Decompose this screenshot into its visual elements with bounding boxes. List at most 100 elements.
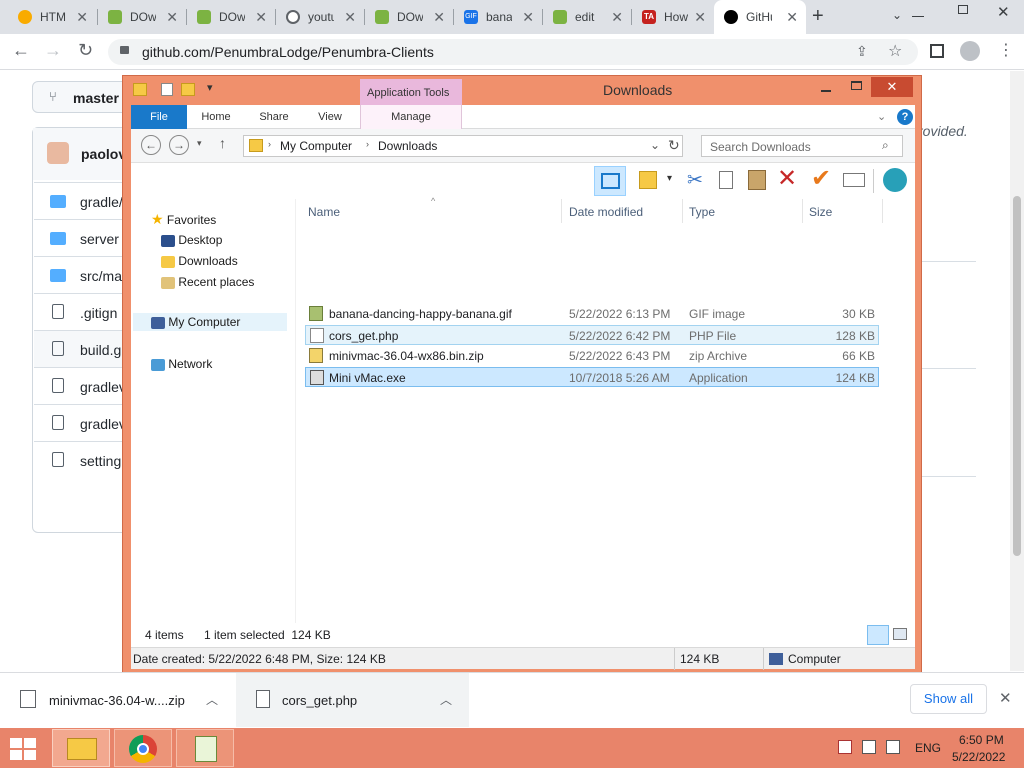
tab-share[interactable]: Share bbox=[251, 105, 297, 129]
globe-icon[interactable] bbox=[883, 168, 907, 192]
table-row-gif[interactable]: banana-dancing-happy-banana.gif 5/22/202… bbox=[305, 304, 879, 324]
list-item[interactable]: gradle/ bbox=[34, 182, 134, 219]
list-item[interactable]: .gitign bbox=[34, 293, 134, 330]
language-indicator[interactable]: ENG bbox=[915, 741, 941, 755]
cut-icon[interactable]: ✂ bbox=[687, 169, 703, 192]
chevron-up-icon[interactable]: ︿ bbox=[440, 691, 452, 708]
back-arrow-icon[interactable]: ← bbox=[141, 135, 161, 155]
breadcrumb-my-computer[interactable]: My Computer bbox=[280, 139, 352, 153]
list-item[interactable]: src/ma bbox=[34, 256, 134, 293]
list-item[interactable]: server bbox=[34, 219, 134, 256]
show-all-button[interactable]: Show all bbox=[910, 684, 987, 714]
volume-muted-icon[interactable] bbox=[886, 740, 900, 754]
minimize-browser-button[interactable] bbox=[912, 16, 924, 17]
forward-button[interactable]: → bbox=[44, 40, 62, 61]
close-icon[interactable]: ✕ bbox=[522, 9, 534, 26]
address-dropdown-icon[interactable]: ⌄ bbox=[650, 138, 660, 152]
nav-recent-places[interactable]: Recent places bbox=[161, 273, 254, 291]
side-panel-icon[interactable] bbox=[930, 44, 944, 58]
profile-avatar[interactable] bbox=[960, 41, 980, 61]
tab-8[interactable]: TA How ✕ bbox=[632, 0, 714, 34]
taskbar-chrome[interactable] bbox=[114, 729, 172, 767]
list-item[interactable]: gradlev bbox=[34, 404, 134, 441]
close-window-button[interactable]: ✕ bbox=[871, 77, 913, 97]
tab-7[interactable]: edit ✕ bbox=[543, 0, 631, 34]
delete-icon[interactable]: ✕ bbox=[777, 165, 797, 193]
quick-access-dropdown-icon[interactable]: ▾ bbox=[207, 81, 213, 94]
taskbar-explorer[interactable] bbox=[52, 729, 110, 767]
restore-browser-button[interactable] bbox=[958, 5, 968, 14]
new-folder-icon[interactable] bbox=[639, 171, 657, 189]
column-header-date[interactable]: Date modified bbox=[569, 205, 643, 219]
properties-icon[interactable] bbox=[161, 83, 173, 96]
download-item-zip[interactable]: minivmac-36.04-w....zip ︿ bbox=[0, 673, 233, 727]
chevron-up-icon[interactable]: ︿ bbox=[206, 691, 218, 708]
close-icon[interactable]: ✕ bbox=[255, 9, 267, 26]
table-row-php[interactable]: cors_get.php 5/22/2022 6:42 PM PHP File … bbox=[305, 325, 879, 345]
new-folder-icon[interactable] bbox=[181, 83, 195, 96]
nav-network[interactable]: Network bbox=[151, 355, 212, 373]
nav-favorites[interactable]: ★ Favorites bbox=[151, 210, 216, 228]
share-icon[interactable]: ⇪ bbox=[856, 43, 868, 60]
clock-time[interactable]: 6:50 PM bbox=[959, 733, 1004, 747]
column-header-size[interactable]: Size bbox=[809, 205, 832, 219]
tab-2[interactable]: DOwn ✕ bbox=[98, 0, 186, 34]
branch-selector[interactable]: ⑂ master bbox=[32, 81, 128, 113]
list-item[interactable]: setting bbox=[34, 441, 134, 478]
forward-arrow-icon[interactable]: → bbox=[169, 135, 189, 155]
bookmark-star-icon[interactable]: ☆ bbox=[888, 41, 902, 61]
network-status-icon[interactable] bbox=[862, 740, 876, 754]
download-item-php[interactable]: cors_get.php ︿ bbox=[236, 673, 469, 727]
address-bar[interactable]: github.com/PenumbraLodge/Penumbra-Client… bbox=[108, 39, 918, 65]
clock-date[interactable]: 5/22/2022 bbox=[952, 750, 1005, 764]
search-box[interactable]: Search Downloads ⌕ bbox=[701, 135, 903, 157]
tab-file[interactable]: File bbox=[131, 105, 187, 129]
scrollbar-thumb[interactable] bbox=[1013, 196, 1021, 556]
search-input[interactable]: Search Downloads bbox=[710, 140, 811, 154]
action-center-icon[interactable] bbox=[838, 740, 852, 754]
large-icons-view-icon[interactable] bbox=[893, 628, 907, 640]
minimize-button[interactable] bbox=[821, 90, 831, 92]
paste-icon[interactable] bbox=[748, 170, 766, 190]
close-browser-button[interactable]: ✕ bbox=[997, 3, 1010, 21]
tab-4[interactable]: youtube ✕ bbox=[276, 0, 364, 34]
explorer-titlebar[interactable]: ▾ Application Tools Downloads ✕ bbox=[123, 76, 921, 106]
tab-manage[interactable]: Manage bbox=[360, 105, 462, 129]
tab-5[interactable]: DOwn ✕ bbox=[365, 0, 453, 34]
address-breadcrumb[interactable]: › My Computer › Downloads ⌄ ↻ bbox=[243, 135, 683, 157]
tab-search-chevron-icon[interactable]: ⌄ bbox=[892, 8, 902, 22]
refresh-icon[interactable]: ↻ bbox=[668, 137, 680, 154]
browser-menu-icon[interactable]: ⋮ bbox=[998, 40, 1014, 60]
nav-desktop[interactable]: Desktop bbox=[161, 231, 222, 249]
maximize-button[interactable] bbox=[851, 81, 862, 90]
back-button[interactable]: ← bbox=[12, 40, 30, 61]
close-icon[interactable]: ✕ bbox=[786, 9, 798, 26]
dropdown-icon[interactable]: ▾ bbox=[667, 173, 672, 184]
tab-6[interactable]: GIF banana ✕ bbox=[454, 0, 542, 34]
new-tab-button[interactable]: + bbox=[812, 5, 824, 28]
tab-view[interactable]: View bbox=[307, 105, 353, 129]
list-item[interactable]: build.g bbox=[34, 330, 134, 367]
column-header-type[interactable]: Type bbox=[689, 205, 715, 219]
nav-my-computer[interactable]: My Computer bbox=[133, 313, 287, 331]
tab-1[interactable]: HTML ✕ bbox=[8, 0, 96, 34]
breadcrumb-downloads[interactable]: Downloads bbox=[378, 139, 437, 153]
checkmark-icon[interactable]: ✔ bbox=[811, 165, 831, 193]
tab-github-active[interactable]: GitHub ✕ bbox=[714, 0, 806, 34]
preview-pane-button[interactable] bbox=[594, 166, 626, 196]
recent-locations-icon[interactable]: ▾ bbox=[197, 138, 202, 149]
copy-icon[interactable] bbox=[719, 171, 733, 189]
help-icon[interactable]: ? bbox=[897, 109, 913, 125]
table-row-zip[interactable]: minivmac-36.04-wx86.bin.zip 5/22/2022 6:… bbox=[305, 346, 879, 366]
expand-ribbon-icon[interactable]: ⌄ bbox=[877, 110, 886, 123]
commit-author-link[interactable]: paolov bbox=[81, 146, 126, 162]
column-header-name[interactable]: Name bbox=[308, 205, 340, 219]
close-icon[interactable]: ✕ bbox=[344, 9, 356, 26]
details-view-icon[interactable] bbox=[867, 625, 889, 645]
reload-button[interactable]: ↻ bbox=[78, 40, 93, 61]
close-icon[interactable]: ✕ bbox=[694, 9, 706, 26]
tab-3[interactable]: DOwn ✕ bbox=[187, 0, 275, 34]
close-icon[interactable]: ✕ bbox=[76, 9, 88, 26]
close-icon[interactable]: ✕ bbox=[166, 9, 178, 26]
taskbar-notepad[interactable] bbox=[176, 729, 234, 767]
